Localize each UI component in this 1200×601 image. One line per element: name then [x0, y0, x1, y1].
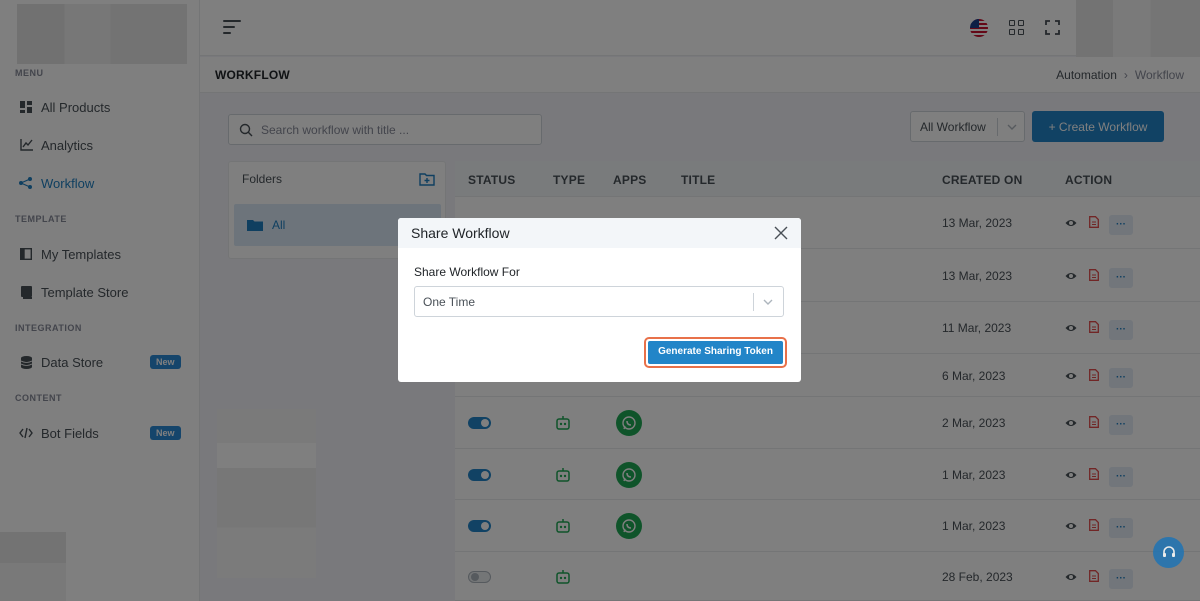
generate-button-label: Generate Sharing Token [648, 341, 783, 364]
modal-title: Share Workflow [411, 225, 510, 241]
headset-icon [1162, 545, 1175, 557]
help-chat-button[interactable] [1153, 537, 1184, 568]
share-for-label: Share Workflow For [414, 265, 520, 279]
share-for-value: One Time [423, 295, 476, 309]
chevron-down-icon [763, 299, 773, 305]
share-workflow-modal: Share Workflow Share Workflow For One Ti… [398, 218, 801, 382]
select-divider [753, 293, 754, 311]
close-icon[interactable] [774, 226, 788, 240]
generate-sharing-token-button[interactable]: Generate Sharing Token [644, 337, 787, 368]
modal-header: Share Workflow [398, 218, 801, 248]
share-for-select[interactable]: One Time [414, 286, 784, 317]
